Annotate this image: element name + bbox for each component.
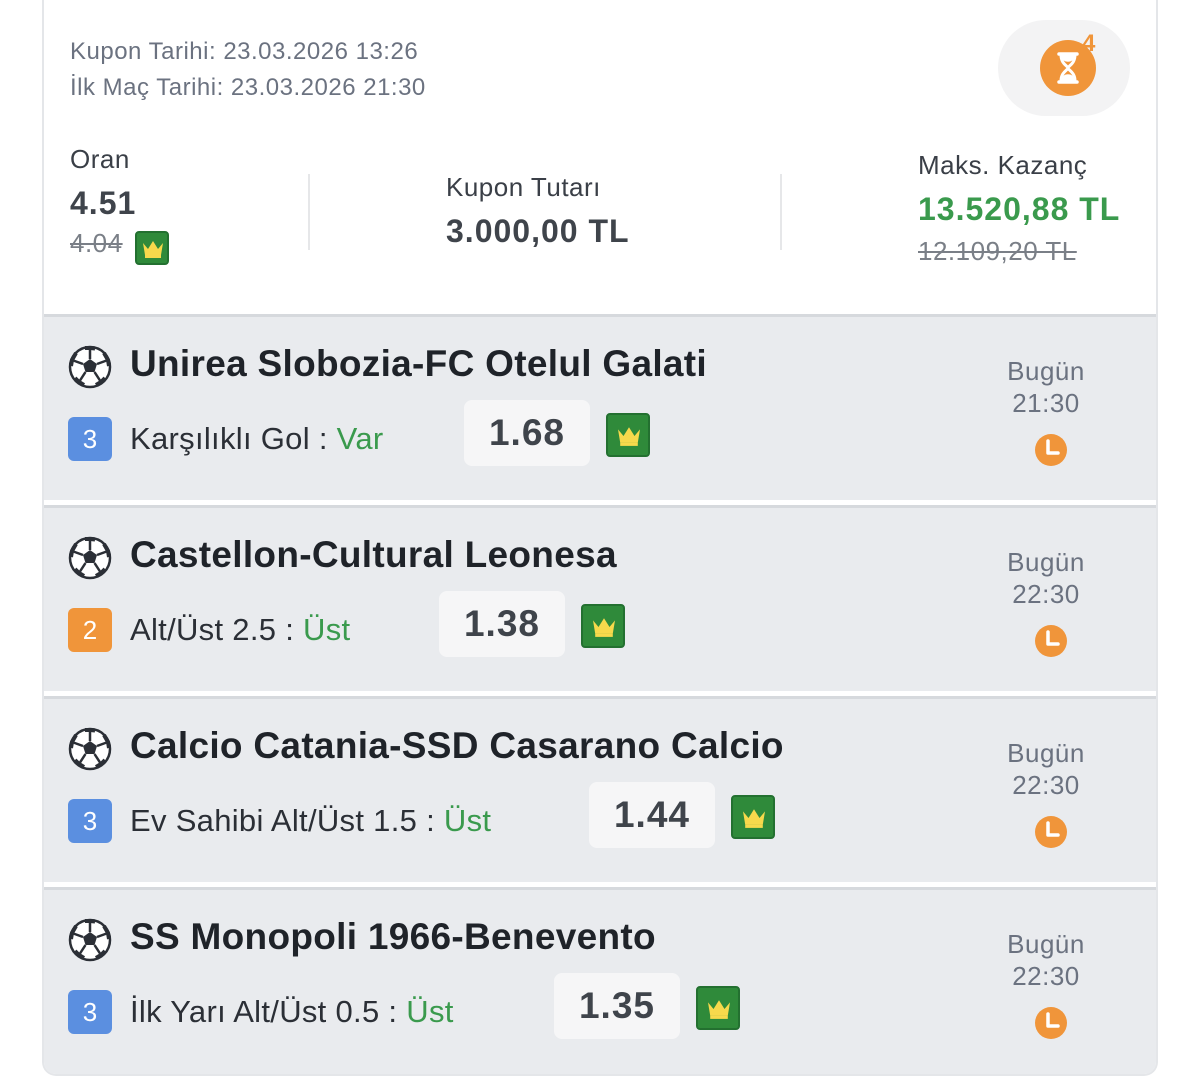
match-time: Bugün 21:30 — [996, 355, 1096, 419]
market-name: Karşılıklı Gol — [130, 421, 310, 456]
stake-label: Kupon Tutarı — [446, 172, 601, 202]
match-day: Bugün — [1007, 547, 1085, 577]
odd-value[interactable]: 1.68 — [464, 400, 590, 466]
max-win-label: Maks. Kazanç — [918, 150, 1088, 180]
odds-stat: Oran 4.51 4.04 — [70, 144, 170, 265]
crown-icon — [606, 413, 650, 457]
odds-old-row: 4.04 — [70, 228, 170, 265]
market-name: Ev Sahibi Alt/Üst 1.5 — [130, 803, 418, 838]
crown-icon — [731, 795, 775, 839]
odd-value[interactable]: 1.38 — [439, 591, 565, 657]
market-name: İlk Yarı Alt/Üst 0.5 — [130, 994, 380, 1029]
odds-value: 4.51 — [70, 185, 137, 221]
clock-icon — [1034, 624, 1068, 658]
coupon-date: Kupon Tarihi: 23.03.2026 13:26 — [70, 38, 419, 65]
match-hour: 22:30 — [1012, 579, 1080, 609]
first-match-date: İlk Maç Tarihi: 23.03.2026 21:30 — [70, 74, 426, 101]
clock-icon — [1034, 433, 1068, 467]
coupon-header: Kupon Tarihi: 23.03.2026 13:26 İlk Maç T… — [44, 0, 1156, 314]
market-label: Karşılıklı Gol : Var — [130, 417, 384, 461]
coupon-dates: Kupon Tarihi: 23.03.2026 13:26 İlk Maç T… — [70, 34, 426, 106]
match-time: Bugün 22:30 — [996, 546, 1096, 610]
market-separator: : — [379, 994, 407, 1029]
market-label: Ev Sahibi Alt/Üst 1.5 : Üst — [130, 799, 491, 843]
match-day: Bugün — [1007, 738, 1085, 768]
odds-label: Oran — [70, 144, 130, 174]
crown-badge — [731, 795, 775, 839]
market-label: Alt/Üst 2.5 : Üst — [130, 608, 350, 652]
coupon-card: Kupon Tarihi: 23.03.2026 13:26 İlk Maç T… — [42, 0, 1158, 1076]
crown-icon — [135, 230, 170, 265]
market-separator: : — [309, 421, 337, 456]
football-icon — [68, 727, 112, 771]
market-selection: Üst — [443, 803, 492, 838]
crown-icon — [696, 986, 740, 1030]
clock-icon — [1034, 815, 1068, 849]
match-hour: 22:30 — [1012, 770, 1080, 800]
max-win-value: 13.520,88 TL — [918, 191, 1121, 227]
match-hour: 21:30 — [1012, 388, 1080, 418]
football-icon — [68, 918, 112, 962]
divider — [308, 174, 310, 250]
crown-badge — [606, 413, 650, 457]
stake-stat: Kupon Tutarı 3.000,00 TL — [446, 172, 630, 250]
market-separator: : — [417, 803, 444, 838]
timer-count: 4 — [1082, 30, 1096, 57]
match-row[interactable]: SS Monopoli 1966-Benevento 3 İlk Yarı Al… — [44, 887, 1156, 1074]
odd-value[interactable]: 1.44 — [589, 782, 715, 848]
market-selection: Üst — [303, 612, 351, 647]
selection-count-badge: 2 — [68, 608, 112, 652]
match-day: Bugün — [1007, 929, 1085, 959]
match-title: Calcio Catania-SSD Casarano Calcio — [130, 725, 784, 766]
odd-value[interactable]: 1.35 — [554, 973, 680, 1039]
match-hour: 22:30 — [1012, 961, 1080, 991]
crown-badge — [696, 986, 740, 1030]
max-win-old-value: 12.109,20 TL — [918, 236, 1077, 266]
divider — [780, 174, 782, 250]
market-separator: : — [276, 612, 304, 647]
match-row[interactable]: Calcio Catania-SSD Casarano Calcio 3 Ev … — [44, 696, 1156, 882]
match-title: Castellon-Cultural Leonesa — [130, 534, 617, 575]
clock-icon — [1034, 1006, 1068, 1040]
football-icon — [68, 536, 112, 580]
selection-count-badge: 3 — [68, 799, 112, 843]
match-time: Bugün 22:30 — [996, 737, 1096, 801]
selection-count-badge: 3 — [68, 417, 112, 461]
football-icon — [68, 345, 112, 389]
market-label: İlk Yarı Alt/Üst 0.5 : Üst — [130, 990, 454, 1034]
odds-old-value: 4.04 — [70, 228, 123, 258]
match-row[interactable]: Unirea Slobozia-FC Otelul Galati 3 Karşı… — [44, 314, 1156, 500]
stake-value: 3.000,00 TL — [446, 213, 630, 249]
selection-count-badge: 3 — [68, 990, 112, 1034]
match-title: SS Monopoli 1966-Benevento — [130, 916, 656, 957]
market-name: Alt/Üst 2.5 — [130, 612, 277, 647]
pending-timer-button[interactable]: 4 — [998, 20, 1130, 116]
match-row[interactable]: Castellon-Cultural Leonesa 2 Alt/Üst 2.5… — [44, 505, 1156, 691]
match-day: Bugün — [1007, 356, 1085, 386]
match-title: Unirea Slobozia-FC Otelul Galati — [130, 343, 708, 384]
crown-badge — [581, 604, 625, 648]
crown-icon — [581, 604, 625, 648]
match-time: Bugün 22:30 — [996, 928, 1096, 992]
market-selection: Var — [336, 421, 384, 456]
market-selection: Üst — [406, 994, 454, 1029]
max-win-stat: Maks. Kazanç 13.520,88 TL 12.109,20 TL — [918, 150, 1120, 267]
